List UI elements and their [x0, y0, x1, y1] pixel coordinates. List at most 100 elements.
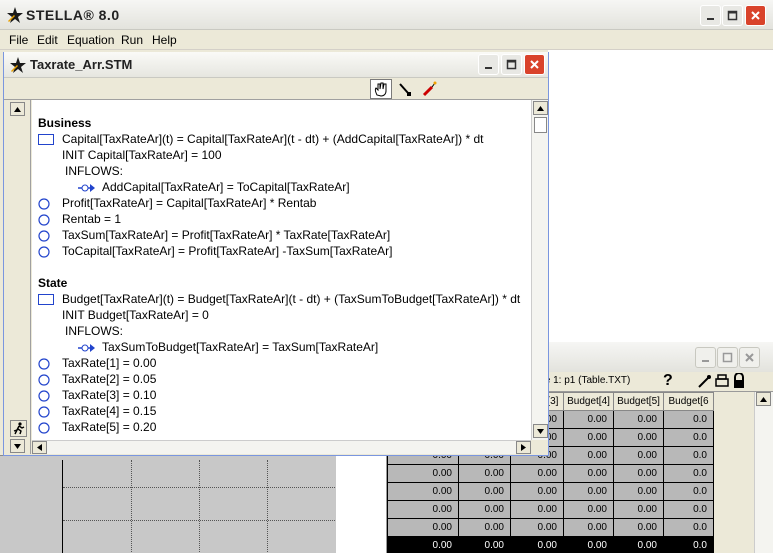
converter-icon: [38, 246, 50, 261]
stella-logo-icon: [9, 56, 27, 77]
stella-logo-icon: [6, 6, 24, 27]
equation-left-panel: [4, 100, 31, 454]
eq-minimize-button[interactable]: [478, 54, 499, 75]
menu-run[interactable]: Run: [121, 33, 143, 47]
flow-equation[interactable]: AddCapital[TaxRateAr] = ToCapital[TaxRat…: [32, 180, 531, 196]
table-minimize-button[interactable]: [695, 347, 716, 368]
scroll-thumb[interactable]: [534, 117, 547, 133]
menu-file[interactable]: File: [9, 33, 28, 47]
converter-equation[interactable]: TaxRate[1] = 0.00: [32, 356, 531, 372]
minimize-button[interactable]: [700, 5, 721, 26]
converter-equation[interactable]: Rentab = 1: [32, 212, 531, 228]
column-header[interactable]: Budget[4]: [563, 392, 614, 411]
magic-wand-icon[interactable]: [697, 373, 713, 394]
equation-text: State: [38, 276, 68, 290]
table-close-button[interactable]: [739, 347, 760, 368]
table-cell: 0.00: [387, 464, 459, 483]
table-cell: 0.00: [613, 428, 664, 447]
run-button[interactable]: [10, 420, 27, 437]
table-vertical-scrollbar[interactable]: [754, 392, 773, 553]
scroll-up-button[interactable]: [756, 392, 771, 406]
graph-white-column: [336, 456, 386, 553]
converter-equation[interactable]: TaxRate[5] = 0.20: [32, 420, 531, 436]
scroll-right-button[interactable]: [516, 441, 531, 454]
scroll-down-button[interactable]: [533, 424, 548, 438]
converter-equation[interactable]: TaxSum[TaxRateAr] = Profit[TaxRateAr] * …: [32, 228, 531, 244]
menu-edit[interactable]: Edit: [37, 33, 58, 47]
table-row[interactable]: 70.000.000.000.000.000.0: [387, 482, 756, 501]
hand-tool[interactable]: [370, 79, 392, 99]
equation-text: INIT Capital[TaxRateAr] = 100: [62, 148, 222, 162]
equation-vertical-scrollbar[interactable]: [531, 100, 548, 440]
equation-text: TaxRate[5] = 0.20: [62, 420, 157, 434]
help-icon[interactable]: ?: [663, 372, 673, 390]
table-row[interactable]: 90.000.000.000.000.000.0: [387, 518, 756, 537]
table-cell: 0.00: [510, 518, 564, 537]
equation-text: INFLOWS:: [65, 324, 124, 338]
arrow-left-icon: [37, 444, 42, 451]
table-row[interactable]: 60.000.000.000.000.000.0: [387, 464, 756, 483]
maximize-icon: [506, 59, 517, 70]
maximize-button[interactable]: [722, 5, 743, 26]
table-cell: 0.00: [613, 410, 664, 429]
table-cell: 0.00: [613, 482, 664, 501]
equation-text: TaxRate[4] = 0.15: [62, 404, 157, 418]
flow-icon: [78, 342, 96, 357]
scroll-up-button[interactable]: [533, 101, 548, 115]
section-heading: Business: [32, 116, 531, 132]
equation-text: TaxRate[2] = 0.05: [62, 372, 157, 386]
converter-equation[interactable]: TaxRate[3] = 0.10: [32, 388, 531, 404]
converter-equation[interactable]: TaxRate[4] = 0.15: [32, 404, 531, 420]
converter-icon: [38, 406, 50, 421]
column-header[interactable]: Budget[5]: [613, 392, 664, 411]
menu-help[interactable]: Help: [152, 33, 177, 47]
stock-equation[interactable]: Budget[TaxRateAr](t) = Budget[TaxRateAr]…: [32, 292, 531, 308]
eq-close-button[interactable]: [524, 54, 545, 75]
left-scroll-up-button[interactable]: [10, 102, 25, 116]
arrow-up-icon: [14, 106, 21, 112]
close-icon: [751, 11, 760, 20]
equation-toolbar: [4, 78, 548, 100]
table-row[interactable]: 80.000.000.000.000.000.0: [387, 500, 756, 519]
converter-equation[interactable]: TaxRate[2] = 0.05: [32, 372, 531, 388]
equation-window-title: Taxrate_Arr.STM: [30, 57, 133, 72]
brush-tool[interactable]: [394, 79, 416, 99]
converter-icon: [38, 198, 50, 213]
table-cell: 0.00: [563, 410, 614, 429]
table-row[interactable]: 100.000.000.000.000.000.0: [387, 536, 756, 553]
arrow-right-icon: [521, 444, 526, 451]
converter-equation[interactable]: ToCapital[TaxRateAr] = Profit[TaxRateAr]…: [32, 244, 531, 260]
table-cell: 0.00: [613, 446, 664, 465]
graph-plot-area: [62, 460, 335, 553]
print-icon[interactable]: [714, 373, 730, 394]
eq-maximize-button[interactable]: [501, 54, 522, 75]
equation-title-bar[interactable]: Taxrate_Arr.STM: [4, 52, 548, 78]
equation-text: TaxSum[TaxRateAr] = Profit[TaxRateAr] * …: [62, 228, 391, 242]
table-cell: 0.00: [458, 536, 511, 553]
lock-icon[interactable]: [732, 372, 746, 394]
stock-icon: [38, 294, 54, 308]
grid-line: [63, 520, 335, 521]
left-scroll-down-button[interactable]: [10, 439, 25, 453]
column-header[interactable]: Budget[6: [663, 392, 714, 411]
stock-equation[interactable]: Capital[TaxRateAr](t) = Capital[TaxRateA…: [32, 132, 531, 148]
running-man-icon: [13, 422, 25, 435]
app-title: STELLA® 8.0: [26, 7, 120, 23]
init-line: INIT Budget[TaxRateAr] = 0: [32, 308, 531, 324]
dynamite-tool[interactable]: [418, 79, 440, 99]
arrow-down-icon: [14, 443, 21, 449]
menu-equation[interactable]: Equation: [67, 33, 114, 47]
converter-icon: [38, 214, 50, 229]
table-maximize-button[interactable]: [717, 347, 738, 368]
arrow-down-icon: [537, 428, 544, 434]
converter-icon: [38, 422, 50, 437]
converter-equation[interactable]: Profit[TaxRateAr] = Capital[TaxRateAr] *…: [32, 196, 531, 212]
scroll-left-button[interactable]: [32, 441, 47, 454]
equation-list: Business Capital[TaxRateAr](t) = Capital[…: [32, 100, 531, 440]
equation-horizontal-scrollbar[interactable]: [32, 440, 531, 454]
arrow-up-icon: [760, 396, 767, 402]
close-button[interactable]: [745, 5, 766, 26]
stella-app-window: STELLA® 8.0 File Edit Equation Run Help: [0, 0, 773, 553]
flow-equation[interactable]: TaxSumToBudget[TaxRateAr] = TaxSum[TaxRa…: [32, 340, 531, 356]
app-title-bar[interactable]: STELLA® 8.0: [0, 0, 773, 30]
